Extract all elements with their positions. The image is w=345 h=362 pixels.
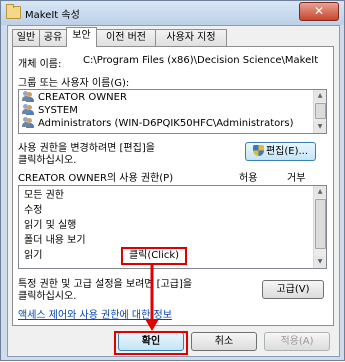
users-listbox[interactable]: CREATOR OWNER SYSTEM Administrators (WIN… xyxy=(18,89,327,134)
object-name-value: C:\Program Files (x86)\Decision Science\… xyxy=(83,55,319,66)
scroll-thumb[interactable] xyxy=(315,103,326,119)
permission-row: 읽기 및 실행 xyxy=(24,220,77,231)
folder-icon xyxy=(6,4,21,19)
allow-column-header: 허용 xyxy=(239,173,258,184)
object-name-label: 개체 이름: xyxy=(18,59,62,70)
list-item[interactable]: CREATOR OWNER xyxy=(22,91,127,104)
permissions-title: CREATOR OWNER의 사용 권한(P) xyxy=(18,173,174,184)
scroll-up-icon[interactable]: ▲ xyxy=(314,90,326,102)
scroll-down-icon[interactable]: ▼ xyxy=(314,256,326,268)
permission-row: 읽기 xyxy=(24,250,43,261)
list-item[interactable]: Administrators (WIN-D6PQIK50HFC\Administ… xyxy=(22,117,293,130)
click-annotation-callout: 클릭(Click) xyxy=(121,247,187,265)
title-bar[interactable]: MakeIt 속성 ✕ xyxy=(1,1,344,25)
scroll-up-icon[interactable]: ▲ xyxy=(314,186,326,198)
edit-button-label: 편집(E)... xyxy=(265,146,309,157)
list-item[interactable]: SYSTEM xyxy=(22,104,78,117)
access-control-help-link[interactable]: 액세스 제어와 사용 권한에 대한 정보 xyxy=(18,306,172,321)
user-group-icon xyxy=(22,91,35,102)
user-name: SYSTEM xyxy=(38,105,78,116)
tab-previous-versions[interactable]: 이전 버전 xyxy=(96,29,156,46)
tab-customize[interactable]: 사용자 지정 xyxy=(155,29,227,46)
user-name: CREATOR OWNER xyxy=(38,92,127,103)
apply-button[interactable]: 적용(A) xyxy=(264,332,330,351)
permission-row: 수정 xyxy=(24,205,43,216)
advanced-button[interactable]: 고급(V) xyxy=(262,280,324,299)
uac-shield-icon xyxy=(252,145,264,156)
users-scrollbar[interactable]: ▲ ▼ xyxy=(313,90,326,133)
edit-button[interactable]: 편집(E)... xyxy=(245,142,316,161)
scroll-thumb[interactable] xyxy=(315,199,326,249)
ok-button-highlight xyxy=(114,331,188,355)
scroll-down-icon[interactable]: ▼ xyxy=(314,121,326,133)
change-permission-text-2: 클릭하십시오. xyxy=(18,155,77,166)
user-group-icon xyxy=(22,104,35,115)
close-button[interactable]: ✕ xyxy=(299,2,339,21)
group-label: 그룹 또는 사용자 이름(G): xyxy=(18,78,130,89)
tab-sharing[interactable]: 공유 xyxy=(39,29,67,46)
properties-window: MakeIt 속성 ✕ 일반 공유 보안 이전 버전 사용자 지정 개체 이름:… xyxy=(0,0,345,361)
user-name: Administrators (WIN-D6PQIK50HFC\Administ… xyxy=(38,118,294,129)
advanced-text-2: 클릭하십시오. xyxy=(18,291,77,302)
permission-row: 모든 권한 xyxy=(24,190,64,201)
cancel-button[interactable]: 취소 xyxy=(191,332,257,351)
permissions-scrollbar[interactable]: ▲ ▼ xyxy=(313,186,326,268)
security-tab-panel: 개체 이름: C:\Program Files (x86)\Decision S… xyxy=(12,46,334,326)
tab-general[interactable]: 일반 xyxy=(12,29,40,46)
permission-row: 폴더 내용 보기 xyxy=(24,235,86,246)
window-title: MakeIt 속성 xyxy=(25,10,80,21)
user-group-icon xyxy=(22,117,35,128)
dialog-body: 일반 공유 보안 이전 버전 사용자 지정 개체 이름: C:\Program … xyxy=(7,25,340,357)
tab-security[interactable]: 보안 xyxy=(66,27,97,47)
deny-column-header: 거부 xyxy=(287,173,306,184)
